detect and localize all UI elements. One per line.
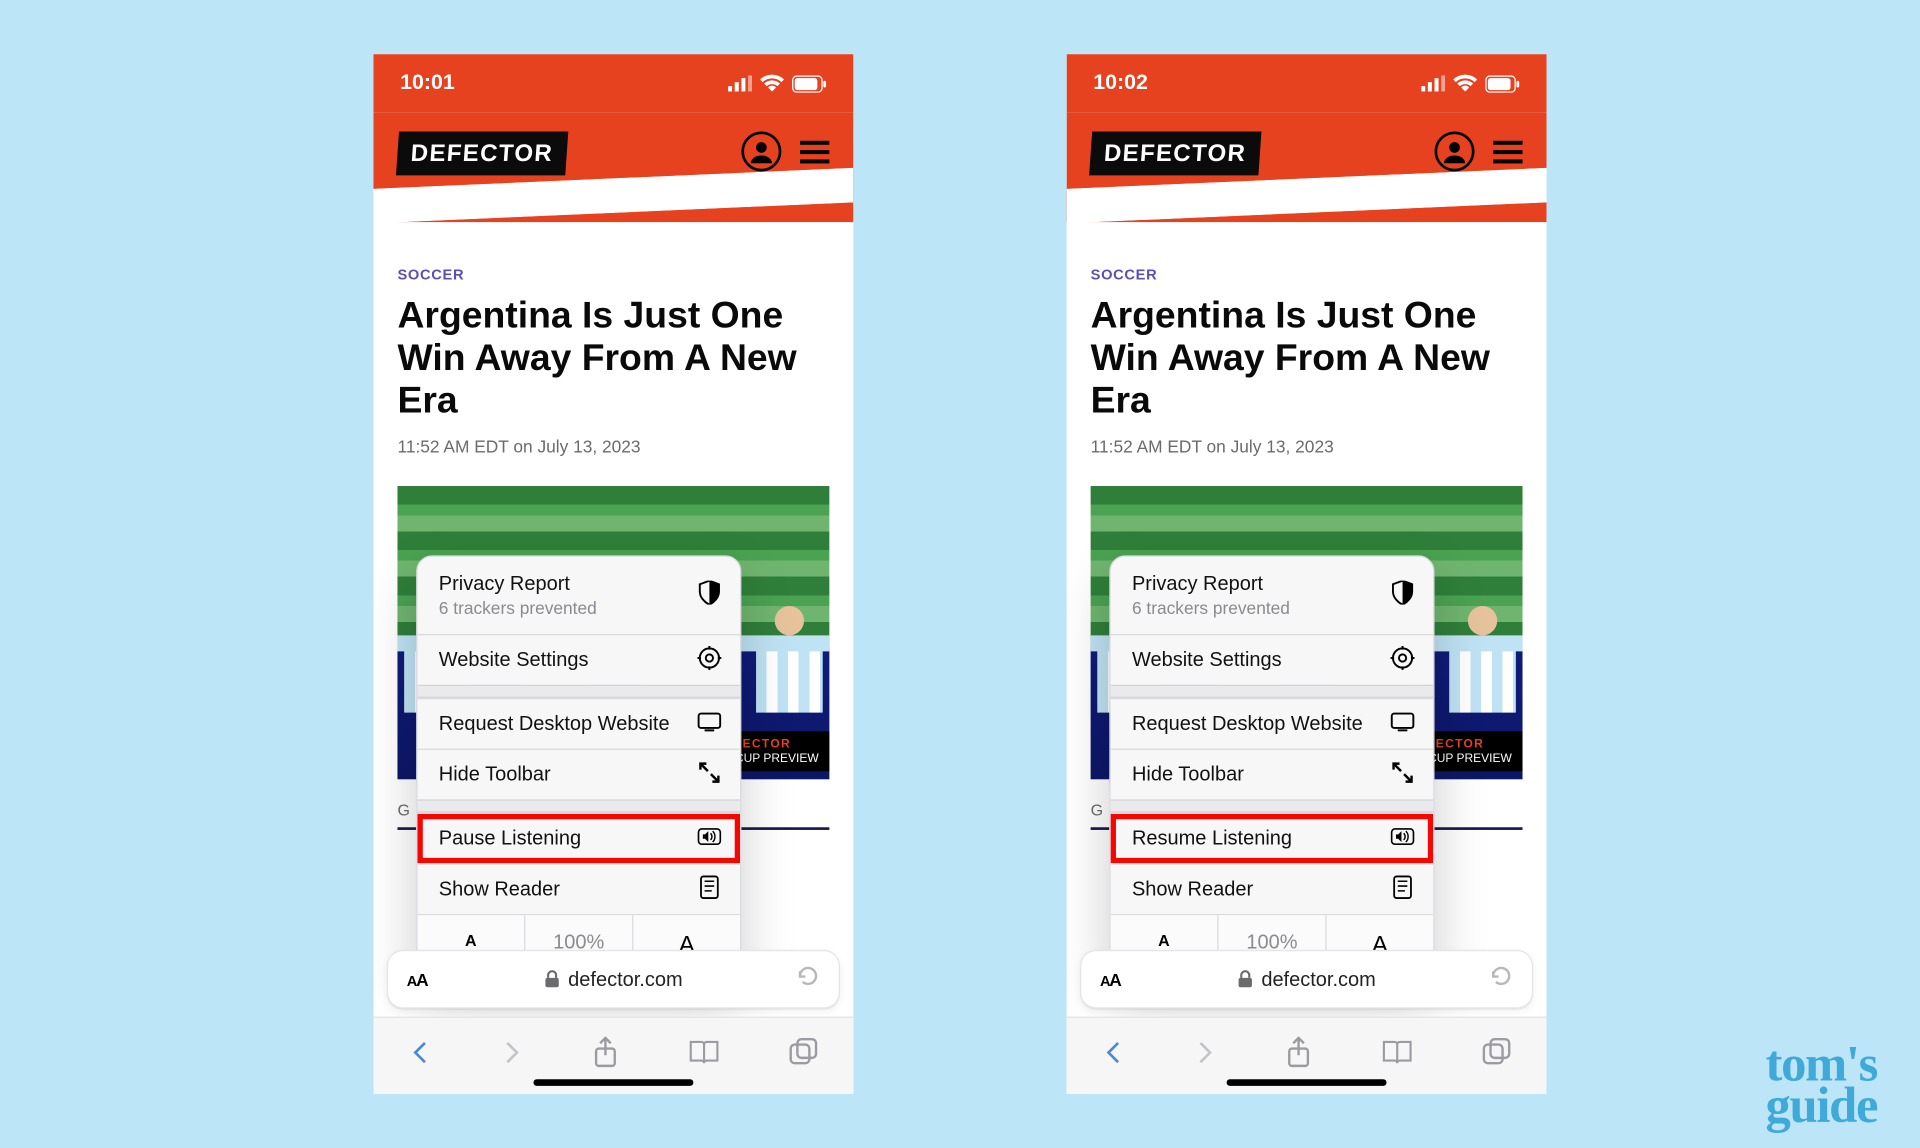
- lock-icon: [544, 970, 560, 989]
- cellular-icon: [1421, 71, 1445, 95]
- privacy-report-row[interactable]: Privacy Report 6 trackers prevented: [1111, 557, 1434, 634]
- tabs-button[interactable]: [1483, 1038, 1512, 1074]
- reader-icon: [697, 875, 721, 904]
- site-logo[interactable]: DEFECTOR: [396, 131, 568, 175]
- phone-screenshot-right: 10:02 DEFECTOR SOCCER Argentina Is Just …: [1067, 54, 1547, 1094]
- privacy-report-label: Privacy Report: [439, 573, 570, 596]
- hide-toolbar-row[interactable]: Hide Toolbar: [417, 749, 740, 800]
- article-headline: Argentina Is Just One Win Away From A Ne…: [1091, 294, 1523, 423]
- gear-icon: [1391, 645, 1415, 674]
- forward-button[interactable]: [500, 1041, 524, 1072]
- url-display: defector.com: [544, 968, 682, 991]
- lock-icon: [1237, 970, 1253, 989]
- privacy-report-sub: 6 trackers prevented: [439, 598, 597, 618]
- status-bar: 10:02: [1067, 54, 1547, 113]
- aa-menu-button[interactable]: AA: [1100, 969, 1120, 989]
- cellular-icon: [728, 71, 752, 95]
- battery-icon: [792, 75, 827, 92]
- speaker-icon: [1391, 824, 1415, 853]
- speaker-icon: [697, 824, 721, 853]
- article-category[interactable]: SOCCER: [397, 267, 829, 283]
- back-button[interactable]: [408, 1041, 432, 1072]
- tabs-button[interactable]: [790, 1038, 819, 1074]
- reader-icon: [1391, 875, 1415, 904]
- bookmarks-button[interactable]: [1380, 1039, 1415, 1072]
- privacy-report-sub: 6 trackers prevented: [1132, 598, 1290, 618]
- listen-row[interactable]: Resume Listening: [1111, 813, 1434, 864]
- share-button[interactable]: [1285, 1037, 1312, 1076]
- website-settings-label: Website Settings: [1132, 649, 1282, 672]
- comparison-canvas: 10:01 DEFECTOR SOCCER Argentina Is Just …: [14, 14, 1907, 1134]
- aa-menu-button[interactable]: AA: [407, 969, 427, 989]
- request-desktop-label: Request Desktop Website: [1132, 713, 1363, 736]
- status-bar: 10:01: [373, 54, 853, 113]
- website-settings-row[interactable]: Website Settings: [417, 634, 740, 685]
- monitor-icon: [1391, 709, 1415, 738]
- page-settings-popover: Privacy Report 6 trackers prevented Webs…: [1109, 555, 1434, 976]
- menu-icon[interactable]: [800, 140, 829, 163]
- account-icon[interactable]: [1435, 131, 1475, 171]
- article-headline: Argentina Is Just One Win Away From A Ne…: [397, 294, 829, 423]
- hide-toolbar-row[interactable]: Hide Toolbar: [1111, 749, 1434, 800]
- battery-icon: [1485, 75, 1520, 92]
- url-display: defector.com: [1237, 968, 1375, 991]
- website-settings-label: Website Settings: [439, 649, 589, 672]
- address-bar[interactable]: AA defector.com: [387, 950, 840, 1009]
- expand-icon: [1391, 760, 1415, 789]
- account-icon[interactable]: [741, 131, 781, 171]
- show-reader-row[interactable]: Show Reader: [1111, 863, 1434, 914]
- show-reader-label: Show Reader: [1132, 878, 1253, 901]
- request-desktop-label: Request Desktop Website: [439, 713, 670, 736]
- watermark: tom's guide: [1766, 1045, 1878, 1126]
- address-bar[interactable]: AA defector.com: [1080, 950, 1533, 1009]
- page-settings-popover: Privacy Report 6 trackers prevented Webs…: [416, 555, 741, 976]
- show-reader-row[interactable]: Show Reader: [417, 863, 740, 914]
- article-category[interactable]: SOCCER: [1091, 267, 1523, 283]
- reload-icon[interactable]: [1489, 964, 1513, 995]
- reload-icon[interactable]: [796, 964, 820, 995]
- article-meta: 11:52 AM EDT on July 13, 2023: [397, 436, 829, 456]
- show-reader-label: Show Reader: [439, 878, 560, 901]
- shield-icon: [1391, 581, 1415, 610]
- listen-label: Pause Listening: [439, 827, 581, 850]
- privacy-report-label: Privacy Report: [1132, 573, 1263, 596]
- listen-label: Resume Listening: [1132, 827, 1292, 850]
- share-button[interactable]: [592, 1037, 619, 1076]
- site-logo[interactable]: DEFECTOR: [1089, 131, 1261, 175]
- menu-icon[interactable]: [1493, 140, 1522, 163]
- hide-toolbar-label: Hide Toolbar: [1132, 763, 1244, 786]
- monitor-icon: [697, 709, 721, 738]
- shield-icon: [697, 581, 721, 610]
- request-desktop-row[interactable]: Request Desktop Website: [417, 698, 740, 749]
- site-header: DEFECTOR: [1067, 113, 1547, 222]
- gear-icon: [697, 645, 721, 674]
- bookmarks-button[interactable]: [687, 1039, 722, 1072]
- hide-toolbar-label: Hide Toolbar: [439, 763, 551, 786]
- request-desktop-row[interactable]: Request Desktop Website: [1111, 698, 1434, 749]
- listen-row[interactable]: Pause Listening: [417, 813, 740, 864]
- wifi-icon: [1453, 71, 1477, 95]
- article-meta: 11:52 AM EDT on July 13, 2023: [1091, 436, 1523, 456]
- forward-button[interactable]: [1193, 1041, 1217, 1072]
- phone-screenshot-left: 10:01 DEFECTOR SOCCER Argentina Is Just …: [373, 54, 853, 1094]
- home-indicator: [1227, 1079, 1387, 1086]
- website-settings-row[interactable]: Website Settings: [1111, 634, 1434, 685]
- site-header: DEFECTOR: [373, 113, 853, 222]
- back-button[interactable]: [1101, 1041, 1125, 1072]
- privacy-report-row[interactable]: Privacy Report 6 trackers prevented: [417, 557, 740, 634]
- expand-icon: [697, 760, 721, 789]
- status-time: 10:01: [400, 71, 455, 95]
- status-time: 10:02: [1093, 71, 1148, 95]
- wifi-icon: [760, 71, 784, 95]
- home-indicator: [533, 1079, 693, 1086]
